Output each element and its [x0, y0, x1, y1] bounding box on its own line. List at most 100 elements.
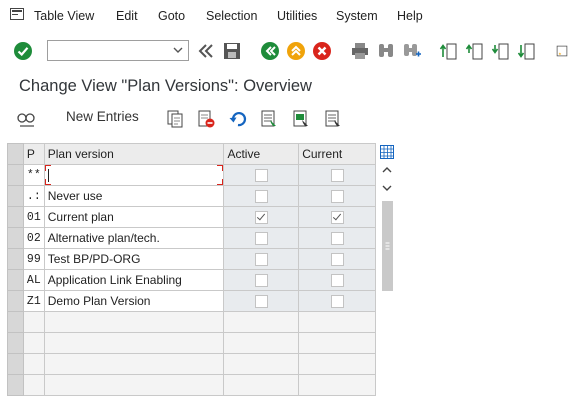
save-icon[interactable] [222, 41, 242, 61]
current-checkbox[interactable] [330, 168, 344, 182]
menu-icon[interactable] [10, 8, 24, 20]
active-cell [223, 164, 300, 186]
row-selector[interactable] [7, 353, 24, 375]
active-cell [223, 185, 300, 207]
table-row: 01 Current plan [7, 206, 376, 228]
select-all-icon[interactable] [259, 109, 279, 129]
active-checkbox[interactable] [254, 294, 268, 308]
next-page-icon[interactable] [491, 41, 511, 61]
menu-bar: Table View Edit Goto Selection Utilities… [0, 0, 569, 32]
bookmark-icon[interactable] [555, 41, 569, 61]
row-selector[interactable] [7, 248, 24, 270]
command-field[interactable] [47, 40, 189, 61]
table-row: Z1 Demo Plan Version [7, 290, 376, 312]
current-checkbox[interactable] [330, 294, 344, 308]
table-row: .: Never use [7, 185, 376, 207]
focus-corner [45, 165, 51, 171]
find-next-icon[interactable] [402, 41, 422, 61]
current-cell [298, 290, 376, 312]
active-cell [223, 290, 300, 312]
row-selector[interactable] [7, 185, 24, 207]
row-selector[interactable] [7, 374, 24, 396]
row-selector[interactable] [7, 227, 24, 249]
menu-edit[interactable]: Edit [116, 9, 138, 23]
current-checkbox[interactable] [330, 273, 344, 287]
plan-version-key: .: [22, 185, 45, 207]
chevron-up-icon[interactable] [379, 161, 395, 179]
current-checkbox[interactable] [330, 252, 344, 266]
back-icon[interactable] [260, 41, 280, 61]
cancel-icon[interactable] [312, 41, 332, 61]
table-settings-icon[interactable] [379, 143, 395, 161]
current-checkbox[interactable] [330, 231, 344, 245]
plan-version-key: 02 [22, 227, 45, 249]
last-page-icon[interactable] [517, 41, 537, 61]
chevron-down-icon[interactable] [379, 179, 395, 197]
scrollbar-thumb[interactable] [382, 201, 393, 291]
plan-version-name[interactable]: Never use [43, 185, 225, 207]
empty-row [7, 332, 376, 354]
focus-corner [45, 179, 51, 185]
active-checkbox[interactable] [254, 189, 268, 203]
previous-page-icon[interactable] [465, 41, 485, 61]
menu-goto[interactable]: Goto [158, 9, 185, 23]
current-checkbox[interactable] [330, 189, 344, 203]
plan-versions-table: P Plan version Active Current ** .: Neve… [7, 143, 376, 396]
menu-help[interactable]: Help [397, 9, 423, 23]
current-cell [298, 164, 376, 186]
column-header-current[interactable]: Current [298, 143, 376, 165]
display-change-icon[interactable] [16, 109, 38, 129]
active-checkbox[interactable] [254, 231, 268, 245]
active-checkbox[interactable] [254, 252, 268, 266]
first-page-icon[interactable] [439, 41, 459, 61]
plan-version-key: AL [22, 269, 45, 291]
active-checkbox[interactable] [254, 273, 268, 287]
plan-version-name[interactable]: Test BP/PD-ORG [43, 248, 225, 270]
menu-selection[interactable]: Selection [206, 9, 257, 23]
column-header-active[interactable]: Active [223, 143, 300, 165]
print-icon[interactable] [350, 41, 370, 61]
plan-version-key: 01 [22, 206, 45, 228]
exit-icon[interactable] [286, 41, 306, 61]
plan-version-name[interactable]: Alternative plan/tech. [43, 227, 225, 249]
plan-version-name-input[interactable] [43, 164, 225, 186]
chevron-down-icon[interactable] [172, 44, 184, 56]
plan-version-key: 99 [22, 248, 45, 270]
deselect-all-icon[interactable] [323, 109, 343, 129]
current-cell [298, 248, 376, 270]
active-cell [223, 269, 300, 291]
find-icon[interactable] [376, 41, 396, 61]
enter-icon[interactable] [13, 41, 33, 61]
row-selector[interactable] [7, 332, 24, 354]
plan-version-key: ** [22, 164, 45, 186]
plan-version-name[interactable]: Demo Plan Version [43, 290, 225, 312]
active-checkbox[interactable] [254, 168, 268, 182]
column-header-p[interactable]: P [22, 143, 45, 165]
plan-version-name[interactable]: Application Link Enabling [43, 269, 225, 291]
current-cell [298, 185, 376, 207]
row-selector[interactable] [7, 290, 24, 312]
empty-row [7, 311, 376, 333]
row-selector-header[interactable] [7, 143, 24, 165]
select-block-icon[interactable] [291, 109, 311, 129]
menu-utilities[interactable]: Utilities [277, 9, 317, 23]
new-entries-button[interactable]: New Entries [66, 109, 139, 124]
table-row: AL Application Link Enabling [7, 269, 376, 291]
row-selector[interactable] [7, 164, 24, 186]
menu-system[interactable]: System [336, 9, 378, 23]
active-checkbox[interactable] [254, 210, 268, 224]
copy-as-icon[interactable] [165, 109, 185, 129]
column-header-plan-version[interactable]: Plan version [43, 143, 225, 165]
vertical-scrollbar[interactable] [379, 143, 395, 303]
back-double-icon[interactable] [196, 41, 216, 61]
current-checkbox[interactable] [330, 210, 344, 224]
undo-icon[interactable] [228, 109, 248, 129]
empty-row [7, 374, 376, 396]
plan-version-name[interactable]: Current plan [43, 206, 225, 228]
row-selector[interactable] [7, 206, 24, 228]
menu-table-view[interactable]: Table View [34, 9, 94, 23]
row-selector[interactable] [7, 269, 24, 291]
page-title: Change View "Plan Versions": Overview [19, 77, 312, 95]
delete-icon[interactable] [196, 109, 216, 129]
row-selector[interactable] [7, 311, 24, 333]
